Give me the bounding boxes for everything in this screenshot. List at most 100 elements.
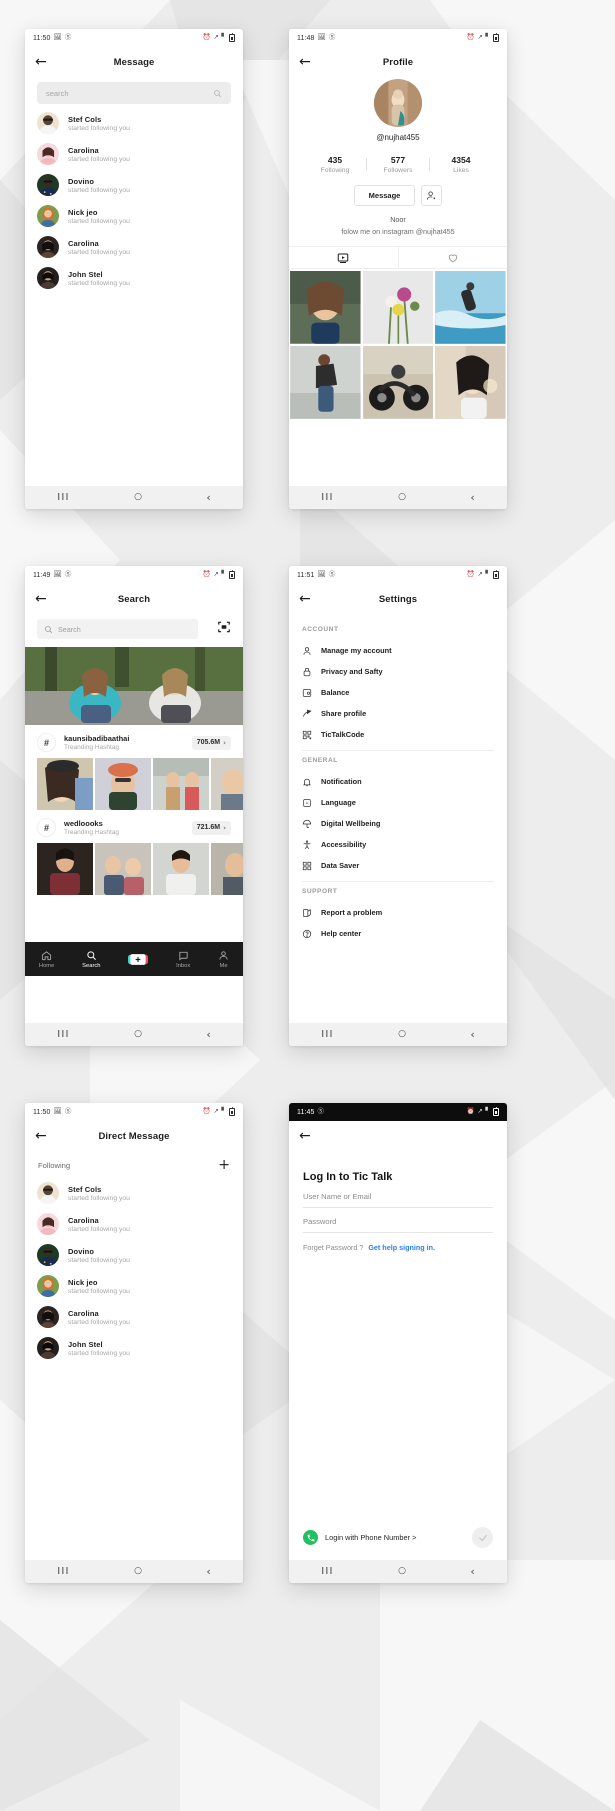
back-arrow-icon[interactable]: ← [35,592,47,606]
setting-digital-wellbeing[interactable]: Digital Wellbeing [302,813,494,834]
list-item[interactable]: Stef Cols started following you [37,112,231,134]
back-button[interactable]: ‹ [470,492,474,503]
alarm-icon: ⏰ [202,570,211,578]
thumbnail[interactable] [153,758,209,810]
thumbnail[interactable] [95,758,151,810]
list-item[interactable]: John Stel started following you [37,267,231,289]
setting-report-problem[interactable]: Report a problem [302,902,494,923]
setting-tictalkcode[interactable]: TicTalkCode [302,724,494,745]
list-item[interactable]: John Stel started following you [37,1337,231,1359]
add-person-button[interactable] [421,185,443,206]
stat-following[interactable]: 435 Following [304,155,366,174]
user-subtitle: started following you [68,155,130,163]
list-item[interactable]: Carolina started following you [37,143,231,165]
photo-cell[interactable] [435,345,506,419]
screen-login: 11:45 Ⓢ ⏰ ↗ ▘ ← Log In to Tic Talk User … [289,1103,507,1583]
back-arrow-icon[interactable]: ← [35,1129,47,1143]
setting-help-center[interactable]: Help center [302,923,494,944]
user-name: Carolina [68,1215,99,1225]
thumbnail[interactable] [37,758,93,810]
recents-button[interactable]: III [57,1029,69,1040]
recents-button[interactable]: III [57,492,69,503]
back-button[interactable]: ‹ [206,1029,210,1040]
setting-privacy[interactable]: Privacy and Safty [302,661,494,682]
user-subtitle: started following you [68,217,130,225]
recents-button[interactable]: III [321,1566,333,1577]
home-button[interactable]: ○ [398,1567,406,1576]
tab-add-post[interactable] [128,953,149,966]
back-arrow-icon[interactable]: ← [299,55,311,69]
thumbnail[interactable] [211,843,243,895]
hashtag-row[interactable]: # wedloooks Treanding Hashtag 721.6M › [25,810,243,843]
thumbnail[interactable] [153,843,209,895]
phone-login-button[interactable]: Login with Phone Number > [303,1530,416,1545]
inbox-icon [179,951,188,961]
recents-button[interactable]: III [321,1029,333,1040]
back-button[interactable]: ‹ [470,1029,474,1040]
list-item[interactable]: Nick jeo started following you [37,205,231,227]
photo-cell[interactable] [362,271,434,344]
profile-avatar[interactable] [374,79,422,127]
list-item[interactable]: Carolina started following you [37,236,231,258]
stat-followers[interactable]: 577 Followers [367,155,429,174]
setting-share-profile[interactable]: Share profile [302,703,494,724]
recents-button[interactable]: III [57,1566,69,1577]
back-button[interactable]: ‹ [206,1566,210,1577]
search-input[interactable]: search [37,82,231,104]
scan-icon[interactable] [217,620,231,634]
home-button[interactable]: ○ [134,493,142,502]
back-arrow-icon[interactable]: ← [299,1129,311,1143]
home-button[interactable]: ○ [398,1030,406,1039]
list-item[interactable]: Dovino started following you [37,1244,231,1266]
tab-videos[interactable] [289,247,398,268]
submit-button[interactable] [472,1527,493,1548]
list-item[interactable]: Dovino started following you [37,174,231,196]
password-field[interactable]: Password [303,1208,493,1233]
recents-button[interactable]: III [321,492,333,503]
hashtag-row[interactable]: # kaunsibadibaathai Treanding Hashtag 70… [25,725,243,758]
home-button[interactable]: ○ [134,1567,142,1576]
home-button[interactable]: ○ [134,1030,142,1039]
person-icon [303,646,311,655]
search-input[interactable]: Search [37,619,198,639]
thumbnail[interactable] [95,843,151,895]
back-button[interactable]: ‹ [206,492,210,503]
photo-cell[interactable] [290,345,361,419]
plus-icon[interactable]: + [218,1158,230,1172]
android-nav-bar: III ○ ‹ [25,486,243,509]
list-item[interactable]: Carolina started following you [37,1306,231,1328]
photo-cell[interactable] [290,271,361,344]
image-icon: 🖼 [317,570,326,578]
tab-me[interactable]: Me [218,950,229,969]
thumbnail[interactable] [37,843,93,895]
setting-balance[interactable]: Balance [302,682,494,703]
tab-home[interactable]: Home [39,950,54,969]
tab-inbox[interactable]: Inbox [176,950,190,969]
stat-likes[interactable]: 4354 Likes [430,155,492,174]
setting-notification[interactable]: Notification [302,771,494,792]
list-item[interactable]: Stef Cols started following you [37,1182,231,1204]
setting-manage-account[interactable]: Manage my account [302,640,494,661]
back-arrow-icon[interactable]: ← [299,592,311,606]
tab-search[interactable]: Search [82,950,101,969]
setting-accessibility[interactable]: Accessibility [302,834,494,855]
list-item[interactable]: Nick jeo started following you [37,1275,231,1297]
setting-data-saver[interactable]: Data Saver [302,855,494,876]
photo-cell[interactable] [435,271,506,344]
setting-language[interactable]: A Language [302,792,494,813]
list-item[interactable]: Carolina started following you [37,1213,231,1235]
message-button[interactable]: Message [353,185,416,206]
back-button[interactable]: ‹ [470,1566,474,1577]
thumbnail[interactable] [211,758,243,810]
tab-liked[interactable] [397,247,508,268]
mute-icon: Ⓢ [328,33,336,41]
hashtag-count-badge[interactable]: 721.6M › [191,820,231,835]
username-field[interactable]: User Name or Email [303,1183,493,1208]
home-button[interactable]: ○ [398,493,406,502]
stat-label: Following [320,167,350,174]
get-help-link[interactable]: Get help signing in. [368,1243,435,1252]
back-arrow-icon[interactable]: ← [35,55,47,69]
photo-cell[interactable] [362,345,434,419]
hero-image[interactable] [25,647,243,725]
hashtag-count-badge[interactable]: 705.6M › [191,735,231,750]
